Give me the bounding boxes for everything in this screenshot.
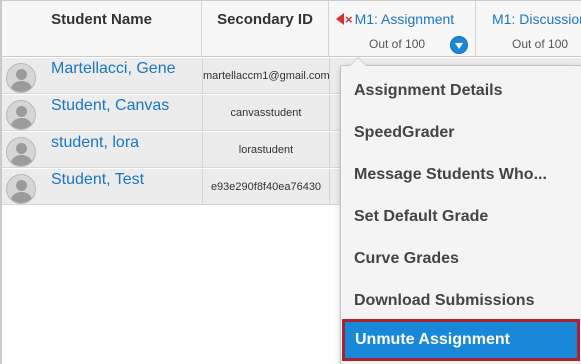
speaker-muted-icon: × (336, 11, 353, 27)
student-name-header-label: Student Name (51, 11, 152, 28)
student-name-link[interactable]: Martellacci, Gene (51, 60, 176, 78)
column-header-discussion[interactable]: M1: Discussion Out of 100 (476, 1, 581, 57)
assignment-menu-button[interactable] (450, 36, 468, 54)
menu-item-speedgrader[interactable]: SpeedGrader (341, 112, 581, 154)
avatar (6, 174, 36, 204)
discussion-points-possible: Out of 100 (512, 37, 569, 51)
menu-item-message-students[interactable]: Message Students Who... (341, 154, 581, 196)
student-name-link[interactable]: Student, Test (51, 171, 144, 189)
column-header-secondary-id[interactable]: Secondary ID (202, 1, 329, 57)
student-secondary-id: martellaccm1@gmail.com (203, 70, 329, 82)
assignment-points-possible: Out of 100 (369, 37, 426, 51)
menu-item-curve-grades[interactable]: Curve Grades (341, 238, 581, 280)
assignment-header-title[interactable]: × M1: Assignment (336, 11, 475, 27)
menu-item-set-default-grade[interactable]: Set Default Grade (341, 196, 581, 238)
menu-item-assignment-details[interactable]: Assignment Details (341, 70, 581, 112)
student-secondary-id: lorastudent (238, 144, 294, 156)
discussion-header-label[interactable]: M1: Discussion (492, 11, 581, 27)
gradebook-grid: Student Name Secondary ID × M1: Assignmen… (0, 0, 581, 364)
assignment-header-label: M1: Assignment (354, 11, 455, 27)
avatar (6, 63, 36, 93)
secondary-id-header-label: Secondary ID (217, 11, 313, 28)
avatar (6, 137, 36, 167)
menu-item-download-submissions[interactable]: Download Submissions (341, 280, 581, 322)
avatar (6, 100, 36, 130)
menu-item-unmute-assignment[interactable]: Unmute Assignment (342, 319, 580, 361)
column-header-student-name[interactable]: Student Name (2, 1, 202, 57)
menu-caret (349, 57, 367, 66)
column-header-assignment[interactable]: × M1: Assignment Out of 100 (329, 1, 476, 57)
assignment-options-menu: Assignment Details SpeedGrader Message S… (340, 57, 581, 364)
student-name-link[interactable]: Student, Canvas (51, 97, 169, 115)
student-secondary-id: e93e290f8f40ea76430 (210, 181, 322, 193)
chevron-down-icon (455, 43, 463, 49)
student-secondary-id: canvasstudent (230, 107, 302, 119)
gradebook-header: Student Name Secondary ID × M1: Assignmen… (2, 1, 581, 57)
student-name-link[interactable]: student, lora (51, 134, 139, 152)
